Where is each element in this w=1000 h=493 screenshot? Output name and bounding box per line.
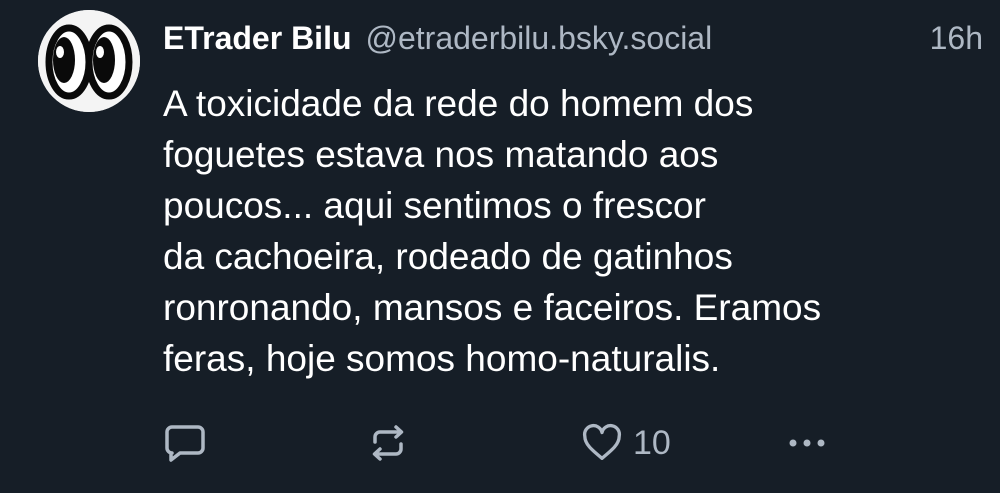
avatar[interactable] — [38, 10, 140, 112]
post-text-line: da cachoeira, rodeado de gatinhos — [163, 236, 733, 277]
author-handle[interactable]: @etraderbilu.bsky.social — [366, 20, 713, 57]
post-text: A toxicidade da rede do homem dos foguet… — [163, 78, 963, 384]
post-card[interactable]: ETrader Bilu @etraderbilu.bsky.social 16… — [0, 0, 1000, 493]
post-header: ETrader Bilu @etraderbilu.bsky.social 16… — [163, 20, 983, 68]
post-text-line: A toxicidade da rede do homem dos — [163, 83, 754, 124]
post-text-line: feras, hoje somos homo-naturalis. — [163, 338, 721, 379]
ellipsis-icon — [789, 439, 825, 447]
post-text-line: foguetes estava nos matando aos — [163, 134, 719, 175]
post-text-line: poucos... aqui sentimos o frescor — [163, 185, 706, 226]
repost-button[interactable] — [366, 418, 410, 468]
post-actions: 10 — [163, 418, 963, 468]
post-text-line: ronronando, mansos e faceiros. Eramos — [163, 287, 822, 328]
reply-button[interactable] — [163, 418, 207, 468]
post-timestamp[interactable]: 16h — [930, 20, 983, 57]
like-count: 10 — [633, 423, 671, 462]
cartoon-eyes-avatar-icon — [38, 10, 140, 112]
author-display-name[interactable]: ETrader Bilu — [163, 20, 352, 57]
repost-arrows-icon — [372, 425, 404, 461]
more-options-button[interactable] — [785, 418, 829, 468]
heart-icon — [582, 423, 622, 460]
like-button[interactable]: 10 — [581, 418, 671, 468]
speech-bubble-icon — [165, 425, 205, 462]
